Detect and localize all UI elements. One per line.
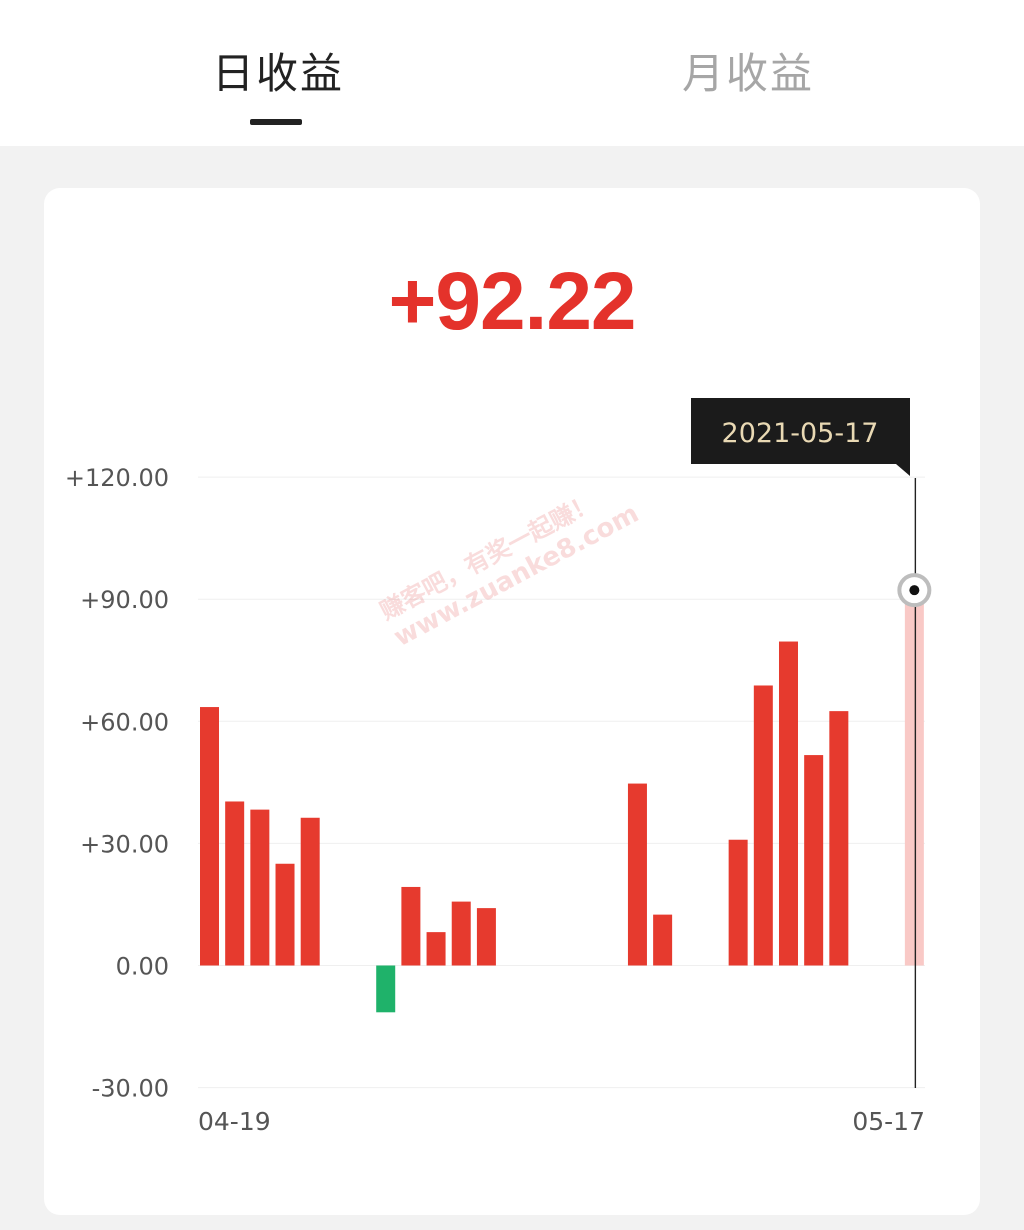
bar (300, 817, 320, 966)
bar (476, 908, 496, 966)
bar (451, 901, 471, 966)
x-tick-label: 05-17 (852, 1107, 925, 1136)
bar (200, 707, 219, 966)
y-tick-label: +90.00 (80, 586, 169, 614)
bar (829, 711, 849, 966)
selected-point-dot (909, 585, 920, 596)
selected-bar (904, 590, 924, 966)
y-tick-label: 0.00 (116, 953, 169, 981)
bar (627, 783, 647, 966)
bar (753, 685, 773, 966)
y-tick-label: -30.00 (92, 1075, 169, 1103)
bar (250, 809, 270, 966)
y-tick-label: +60.00 (80, 708, 169, 736)
tooltip-date: 2021-05-17 (722, 418, 879, 449)
y-tick-label: +120.00 (65, 464, 169, 492)
bar (426, 932, 446, 966)
bar (653, 914, 673, 966)
bar (225, 801, 245, 966)
y-tick-label: +30.00 (80, 830, 169, 858)
bar (778, 641, 798, 966)
bar (401, 886, 421, 966)
bar (804, 755, 824, 966)
bar (376, 965, 396, 1013)
bar (275, 863, 295, 966)
tooltip-pointer (896, 464, 910, 476)
x-tick-label: 04-19 (198, 1107, 271, 1136)
bar (728, 839, 748, 966)
daily-earnings-bar-chart[interactable]: +120.00 +90.00 +60.00 +30.00 0.00 -30.00 2021-… (0, 0, 1024, 1230)
